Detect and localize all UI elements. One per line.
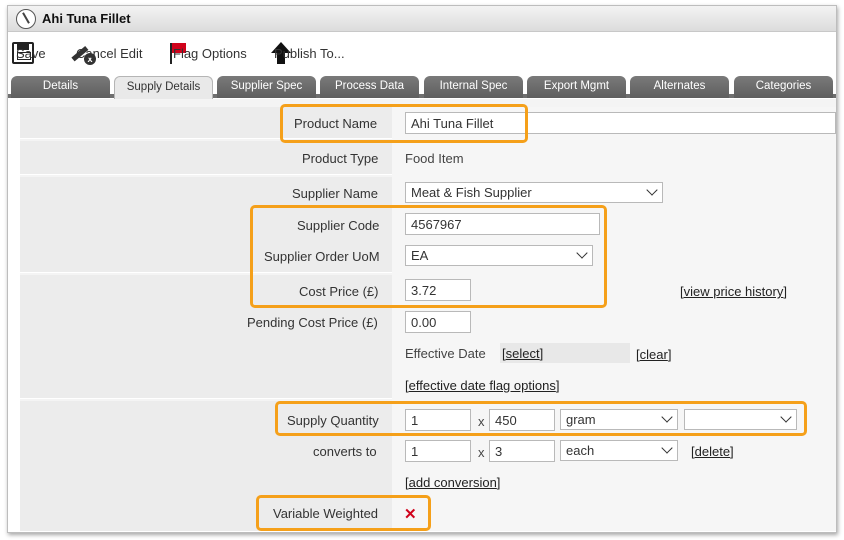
supply-quantity-amount-input[interactable] [489,409,555,431]
converts-to-unit-value: each [566,443,595,458]
tab-supplier-spec[interactable]: Supplier Spec [217,76,316,98]
chevron-down-icon [661,442,673,454]
cost-price-input[interactable] [405,279,471,301]
title-bar: Ahi Tuna Fillet [8,6,836,32]
toolbar: Save x Cancel Edit Flag Options Publish … [8,39,836,65]
tab-alternates[interactable]: Alternates [630,76,729,98]
tab-strip: Details Supply Details Supplier Spec Pro… [8,76,836,99]
converts-to-amount-input[interactable] [489,440,555,462]
effective-date-label: Effective Date [405,346,486,361]
flag-options-label: Flag Options [173,45,247,61]
supplier-name-value: Meat & Fish Supplier [411,185,532,200]
tab-details[interactable]: Details [11,76,110,98]
publish-to-button[interactable]: Publish To... [270,41,345,65]
tab-process-data[interactable]: Process Data [320,76,419,98]
converts-to-label: converts to [313,444,377,459]
supplier-code-label: Supplier Code [297,218,380,233]
effective-date-clear-link[interactable]: [clear] [636,347,671,362]
tab-supply-details[interactable]: Supply Details [114,76,213,99]
product-type-label: Product Type [302,151,379,166]
product-name-input[interactable] [405,112,836,134]
variable-weighted-checkbox[interactable]: ✕ [404,505,417,523]
chevron-down-icon [780,411,792,423]
chevron-down-icon [646,184,658,196]
variable-weighted-label: Variable Weighted [273,506,379,521]
window-title: Ahi Tuna Fillet [42,11,131,26]
supplier-order-uom-label: Supplier Order UoM [264,249,380,264]
supply-quantity-extra-select[interactable] [684,409,797,430]
view-price-history-link[interactable]: [view price history] [680,284,787,299]
save-label: Save [16,45,46,61]
supplier-order-uom-value: EA [411,248,429,263]
cancel-edit-button[interactable]: x Cancel Edit [71,41,142,65]
product-type-value: Food Item [405,151,464,166]
product-name-label: Product Name [294,116,378,131]
save-button[interactable]: Save [12,41,46,65]
supplier-order-uom-select[interactable]: EA [405,245,593,266]
supply-quantity-label: Supply Quantity [287,413,379,428]
flag-options-button[interactable]: Flag Options [169,41,247,65]
chevron-down-icon [661,411,673,423]
supplier-name-select[interactable]: Meat & Fish Supplier [405,182,663,203]
cancel-edit-label: Cancel Edit [76,45,143,61]
converts-to-input[interactable] [405,440,471,462]
pending-cost-price-input[interactable] [405,311,471,333]
effective-date-select-link[interactable]: [select] [502,346,543,361]
supplier-code-input[interactable] [405,213,600,235]
effective-date-flag-options-link[interactable]: [effective date flag options] [405,378,559,393]
pending-cost-price-label: Pending Cost Price (£) [247,315,378,330]
converts-to-unit-select[interactable]: each [560,440,678,461]
supply-quantity-input[interactable] [405,409,471,431]
publish-to-label: Publish To... [274,45,345,61]
delete-conversion-link[interactable]: [delete] [691,444,734,459]
product-icon [16,9,36,29]
tab-internal-spec[interactable]: Internal Spec [424,76,523,98]
supply-quantity-unit-select[interactable]: gram [560,409,678,430]
tab-categories[interactable]: Categories [734,76,833,98]
cost-price-label: Cost Price (£) [299,284,379,299]
supplier-name-label: Supplier Name [292,186,378,201]
supply-quantity-unit-value: gram [566,412,596,427]
converts-to-times: x [478,445,485,460]
tab-export-mgmt[interactable]: Export Mgmt [527,76,626,98]
add-conversion-link[interactable]: [add conversion] [405,475,500,490]
chevron-down-icon [576,247,588,259]
supply-quantity-times: x [478,414,485,429]
